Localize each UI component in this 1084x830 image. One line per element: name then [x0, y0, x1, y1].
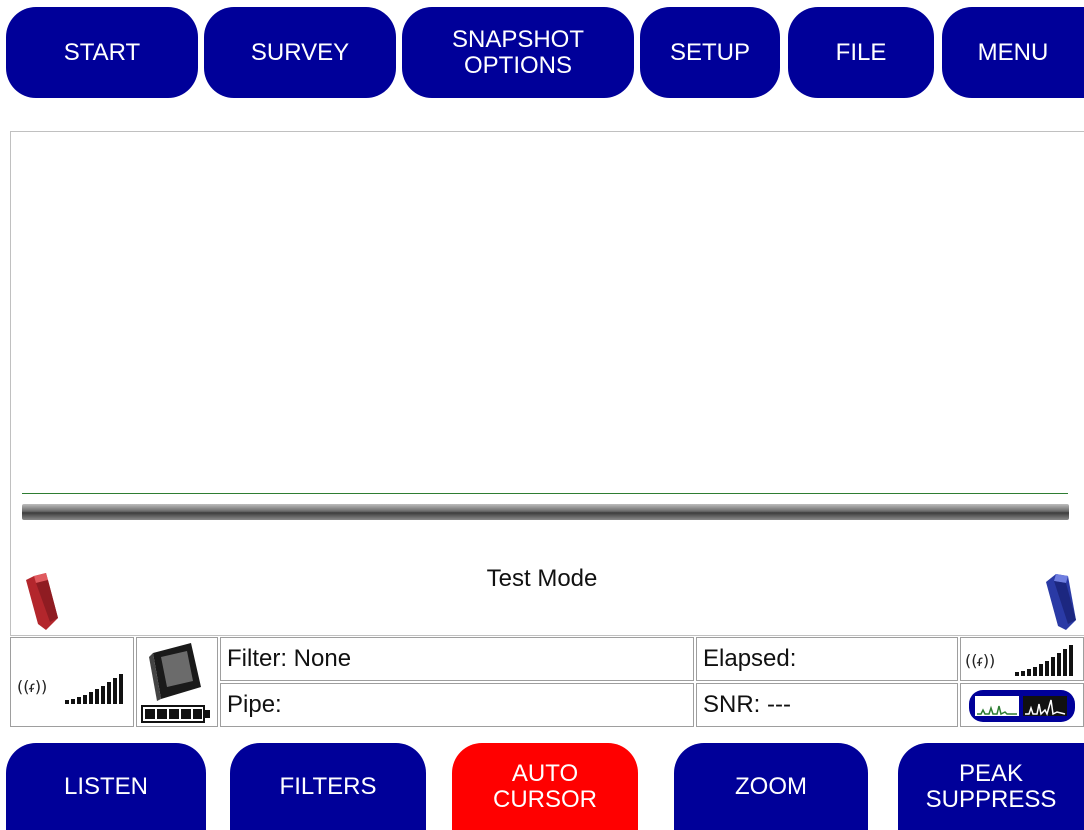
menu-button-label: MENU [977, 38, 1049, 66]
mode-label: Test Mode [486, 565, 598, 592]
spectrum-toggle-cell[interactable] [960, 683, 1084, 727]
listen-button-label: LISTEN [63, 772, 149, 800]
snapshot-options-button[interactable]: SNAPSHOT OPTIONS [402, 7, 634, 98]
zoom-button[interactable]: ZOOM [674, 743, 868, 830]
spectrum-trace-line [22, 493, 1068, 494]
left-signal-cell: ((ᵳ)) [10, 637, 134, 727]
start-button[interactable]: START [6, 7, 198, 98]
filters-button[interactable]: FILTERS [230, 743, 426, 830]
filters-button-label: FILTERS [279, 772, 377, 800]
file-button[interactable]: FILE [788, 7, 934, 98]
battery-icon [141, 705, 210, 723]
survey-button-label: SURVEY [250, 38, 350, 66]
auto-cursor-button-label: AUTO CURSOR [492, 759, 597, 813]
zoom-button-label: ZOOM [735, 772, 807, 800]
peak-suppress-button[interactable]: PEAK SUPPRESS [898, 743, 1084, 830]
plot-scrollbar[interactable] [22, 504, 1069, 520]
survey-button[interactable]: SURVEY [204, 7, 396, 98]
wireless-signal-icon: ((ᵳ)) [17, 674, 123, 704]
right-signal-cell: ((ᵳ)) [960, 637, 1084, 681]
pipe-status: Pipe: [220, 683, 694, 727]
menu-button[interactable]: MENU [942, 7, 1084, 98]
blue-sensor-icon[interactable] [1040, 572, 1078, 632]
device-status-cell [136, 637, 218, 727]
spectrum-plot-area[interactable] [10, 131, 1084, 636]
peak-suppress-button-label: PEAK SUPPRESS [925, 759, 1057, 813]
wireless-signal-icon: ((ᵳ)) [965, 645, 1073, 676]
filter-status: Filter: None [220, 637, 694, 681]
snr-status: SNR: --- [696, 683, 958, 727]
red-sensor-icon[interactable] [24, 572, 62, 632]
elapsed-status: Elapsed: [696, 637, 958, 681]
snapshot-options-button-label: SNAPSHOT OPTIONS [451, 25, 585, 79]
start-button-label: START [63, 38, 141, 66]
setup-button[interactable]: SETUP [640, 7, 780, 98]
auto-cursor-button[interactable]: AUTO CURSOR [452, 743, 638, 830]
svg-text:((ᵳ)): ((ᵳ)) [965, 651, 995, 670]
listen-button[interactable]: LISTEN [6, 743, 206, 830]
svg-text:((ᵳ)): ((ᵳ)) [17, 677, 47, 696]
setup-button-label: SETUP [669, 38, 750, 66]
spectrum-toggle-icon[interactable] [967, 688, 1079, 724]
file-button-label: FILE [835, 38, 887, 66]
